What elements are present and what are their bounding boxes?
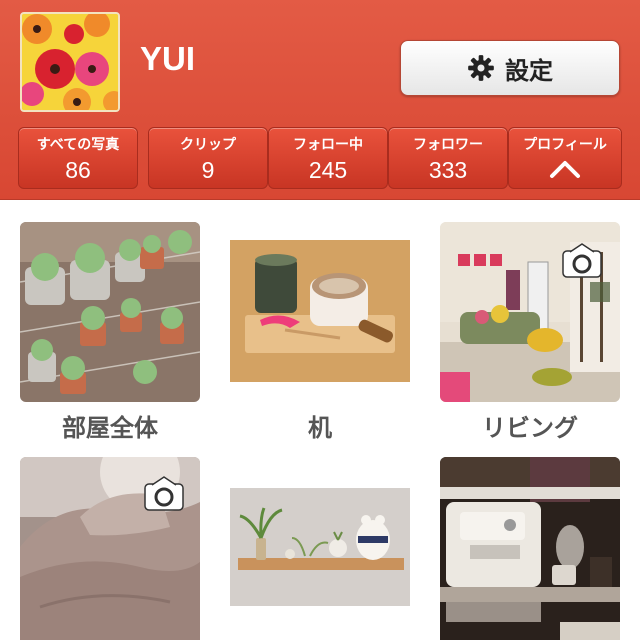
stat-all-photos[interactable]: すべての写真 86 [18,127,138,189]
stat-value: 333 [428,157,468,183]
stat-label: クリップ [180,137,236,153]
stat-followers[interactable]: フォロワー 333 [388,127,508,189]
album-caption: 部屋全体 [62,414,158,442]
gear-icon [468,55,494,81]
stat-label: プロフィール [523,137,607,153]
desk-cups-photo [230,240,410,382]
camera-icon [144,476,184,511]
album-caption: リビング [482,414,578,442]
floral-avatar-image [22,14,118,110]
stat-label: フォロー中 [293,137,363,153]
album-tile-bedroom[interactable] [20,457,200,640]
stat-label: フォロワー [413,137,483,153]
chevron-up-icon [550,161,580,178]
succulents-photo [20,222,200,402]
settings-button[interactable]: 設定 [400,40,620,96]
avatar[interactable] [20,12,120,112]
stat-clips[interactable]: クリップ 9 [148,127,268,189]
stat-following[interactable]: フォロー中 245 [268,127,388,189]
album-caption: 机 [308,414,332,442]
settings-label: 設定 [505,56,553,85]
camera-icon [562,243,602,278]
album-tile-shelf[interactable] [230,488,410,606]
stat-value: 245 [308,157,348,183]
album-tile-desk[interactable] [230,240,410,382]
stats-bar: すべての写真 86 クリップ 9 フォロー中 245 フォロワー 333 プロフ… [18,127,622,189]
espresso-machine-photo [440,457,620,640]
shelf-decor-photo [230,488,410,606]
username: YUI [140,40,196,77]
stat-profile[interactable]: プロフィール [508,127,622,189]
stat-label: すべての写真 [36,137,120,153]
stat-value: 86 [65,157,91,183]
album-tile-whole-room[interactable] [20,222,200,402]
album-tile-kitchen[interactable] [440,457,620,640]
stat-value: 9 [201,157,215,183]
album-tile-living[interactable] [440,222,620,402]
profile-header: YUI 設定 すべての写真 86 クリップ 9 フォロー中 245 フォロワー … [0,0,640,200]
